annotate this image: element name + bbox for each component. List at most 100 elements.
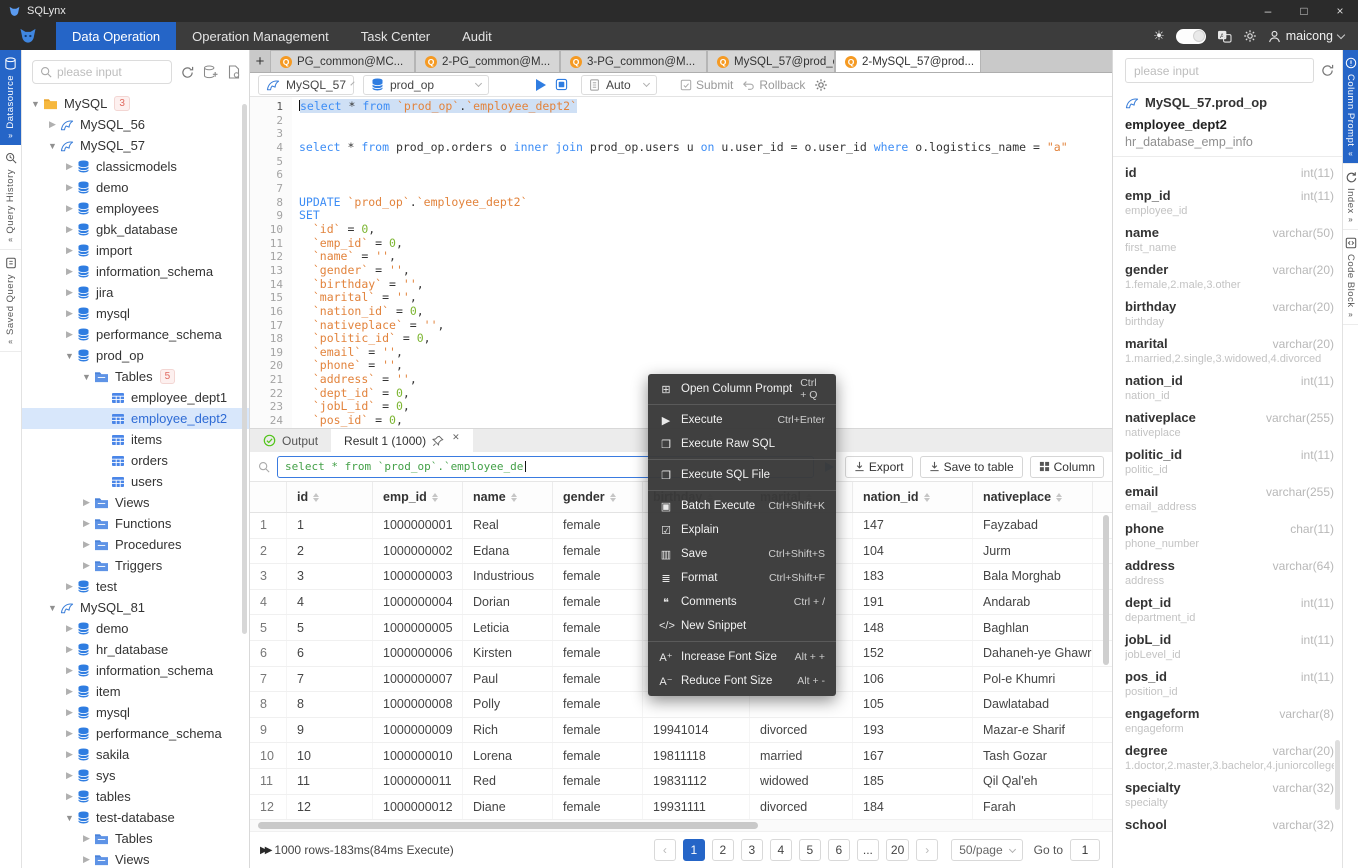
context-menu-item-save[interactable]: ▥SaveCtrl+Shift+S	[648, 542, 836, 566]
tree-item-items[interactable]: items	[22, 429, 249, 450]
context-menu-item-execute[interactable]: ▶ExecuteCtrl+Enter	[648, 408, 836, 432]
export-button[interactable]: Export	[845, 456, 913, 478]
tree-item-Tables[interactable]: ▶Tables	[22, 828, 249, 849]
expand-closed-icon[interactable]: ▶	[79, 518, 94, 529]
page-button-5[interactable]: 5	[799, 839, 821, 861]
cell-name[interactable]: Dorian	[463, 590, 553, 615]
cell-rownum[interactable]: 1	[250, 513, 287, 538]
expand-closed-icon[interactable]: ▶	[62, 770, 77, 781]
cell-name[interactable]: Red	[463, 769, 553, 794]
tree-item-performance_schema[interactable]: ▶performance_schema	[22, 324, 249, 345]
field-marital[interactable]: maritalvarchar(20)1.married,2.single,3.w…	[1125, 328, 1334, 365]
close-button[interactable]: ×	[1322, 0, 1358, 22]
cell-name[interactable]: Paul	[463, 667, 553, 692]
tree-item-employees[interactable]: ▶employees	[22, 198, 249, 219]
sort-icon[interactable]	[313, 493, 319, 502]
rail-tab-datasource[interactable]: Datasource»	[0, 50, 21, 145]
column-header-nation_id[interactable]: nation_id	[853, 482, 973, 512]
field-jobL_id[interactable]: jobL_idint(11)jobLevel_id	[1125, 624, 1334, 661]
sort-icon[interactable]	[511, 493, 517, 502]
cell-rownum[interactable]: 7	[250, 667, 287, 692]
cell-nativeplace[interactable]: Pol-e Khumri	[973, 667, 1093, 692]
rail-tab-code-block[interactable]: Code Block»	[1343, 230, 1358, 325]
column-header-id[interactable]: id	[287, 482, 373, 512]
expand-closed-icon[interactable]: ▶	[62, 581, 77, 592]
field-pos_id[interactable]: pos_idint(11)position_id	[1125, 661, 1334, 698]
cell-nativeplace[interactable]: Mazar-e Sharif	[973, 718, 1093, 743]
tree-item-orders[interactable]: orders	[22, 450, 249, 471]
tree-item-tables[interactable]: ▶tables	[22, 786, 249, 807]
page-size-select[interactable]: 50/page	[951, 839, 1022, 861]
page-button-1[interactable]: 1	[683, 839, 705, 861]
document-tab[interactable]: QMySQL_57@prod_op	[707, 50, 835, 72]
menu-item-operation-management[interactable]: Operation Management	[176, 22, 345, 50]
expand-closed-icon[interactable]: ▶	[62, 686, 77, 697]
add-datasource-icon[interactable]	[203, 65, 218, 79]
cell-gender[interactable]: female	[553, 692, 643, 717]
table-row[interactable]: 991000000009Richfemale19941014divorced19…	[250, 718, 1112, 744]
cell-rownum[interactable]: 9	[250, 718, 287, 743]
tree-item-jira[interactable]: ▶jira	[22, 282, 249, 303]
tree-item-Procedures[interactable]: ▶Procedures	[22, 534, 249, 555]
cell-id[interactable]: 4	[287, 590, 373, 615]
panel-scrollbar[interactable]	[1335, 740, 1340, 810]
open-sql-file-icon[interactable]	[227, 65, 241, 79]
cell-name[interactable]: Real	[463, 513, 553, 538]
cell-id[interactable]: 11	[287, 769, 373, 794]
expand-open-icon[interactable]: ▼	[45, 141, 60, 151]
cell-name[interactable]: Edana	[463, 539, 553, 564]
cell-nation_id[interactable]: 185	[853, 769, 973, 794]
tree-item-mysql[interactable]: ▶mysql	[22, 303, 249, 324]
cell-gender[interactable]: female	[553, 615, 643, 640]
cell-nation_id[interactable]: 167	[853, 743, 973, 768]
page-button-6[interactable]: 6	[828, 839, 850, 861]
field-specialty[interactable]: specialtyvarchar(32)specialty	[1125, 772, 1334, 809]
cell-id[interactable]: 8	[287, 692, 373, 717]
expand-closed-icon[interactable]: ▶	[62, 644, 77, 655]
previous-page-button[interactable]: ‹	[654, 839, 676, 861]
grid-vertical-scrollbar[interactable]	[1103, 515, 1109, 665]
menu-item-data-operation[interactable]: Data Operation	[56, 22, 176, 50]
save-to-table-button[interactable]: Save to table	[920, 456, 1023, 478]
field-nativeplace[interactable]: nativeplacevarchar(255)nativeplace	[1125, 402, 1334, 439]
tree-item-Tables[interactable]: ▼Tables5	[22, 366, 249, 387]
cell-name[interactable]: Diane	[463, 795, 553, 820]
cell-name[interactable]: Polly	[463, 692, 553, 717]
commit-mode-select[interactable]: Auto	[581, 75, 657, 95]
expand-closed-icon[interactable]: ▶	[62, 182, 77, 193]
tree-item-demo[interactable]: ▶demo	[22, 177, 249, 198]
result-tab[interactable]: Result 1 (1000) ✕	[331, 429, 473, 452]
context-menu-item-reduce-font-size[interactable]: A⁻Reduce Font SizeAlt + -	[648, 669, 836, 693]
cell-id[interactable]: 1	[287, 513, 373, 538]
cell-nation_id[interactable]: 183	[853, 564, 973, 589]
tree-item-employee_dept2[interactable]: employee_dept2	[22, 408, 249, 429]
cell-birthday[interactable]: 19931111	[643, 795, 750, 820]
cell-nativeplace[interactable]: Dawlatabad	[973, 692, 1093, 717]
tree-item-MySQL_57[interactable]: ▼MySQL_57	[22, 135, 249, 156]
cell-gender[interactable]: female	[553, 718, 643, 743]
column-header-name[interactable]: name	[463, 482, 553, 512]
tree-item-information_schema[interactable]: ▶information_schema	[22, 660, 249, 681]
cell-id[interactable]: 10	[287, 743, 373, 768]
cell-gender[interactable]: female	[553, 564, 643, 589]
rail-tab-saved-query[interactable]: Saved Query«	[0, 250, 21, 352]
cell-id[interactable]: 6	[287, 641, 373, 666]
expand-closed-icon[interactable]: ▶	[62, 665, 77, 676]
cell-emp_id[interactable]: 1000000004	[373, 590, 463, 615]
cell-gender[interactable]: female	[553, 743, 643, 768]
cell-nativeplace[interactable]: Baghlan	[973, 615, 1093, 640]
cell-nativeplace[interactable]: Farah	[973, 795, 1093, 820]
minimize-button[interactable]: –	[1250, 0, 1286, 22]
menu-item-task-center[interactable]: Task Center	[345, 22, 446, 50]
cell-id[interactable]: 12	[287, 795, 373, 820]
field-id[interactable]: idint(11)	[1125, 157, 1334, 180]
cell-nation_id[interactable]: 106	[853, 667, 973, 692]
tree-item-employee_dept1[interactable]: employee_dept1	[22, 387, 249, 408]
cell-emp_id[interactable]: 1000000001	[373, 513, 463, 538]
expand-closed-icon[interactable]: ▶	[62, 266, 77, 277]
page-button-20[interactable]: 20	[886, 839, 909, 861]
tree-item-hr_database[interactable]: ▶hr_database	[22, 639, 249, 660]
cell-rownum[interactable]: 2	[250, 539, 287, 564]
tree-item-gbk_database[interactable]: ▶gbk_database	[22, 219, 249, 240]
cell-marital[interactable]: divorced	[750, 718, 853, 743]
